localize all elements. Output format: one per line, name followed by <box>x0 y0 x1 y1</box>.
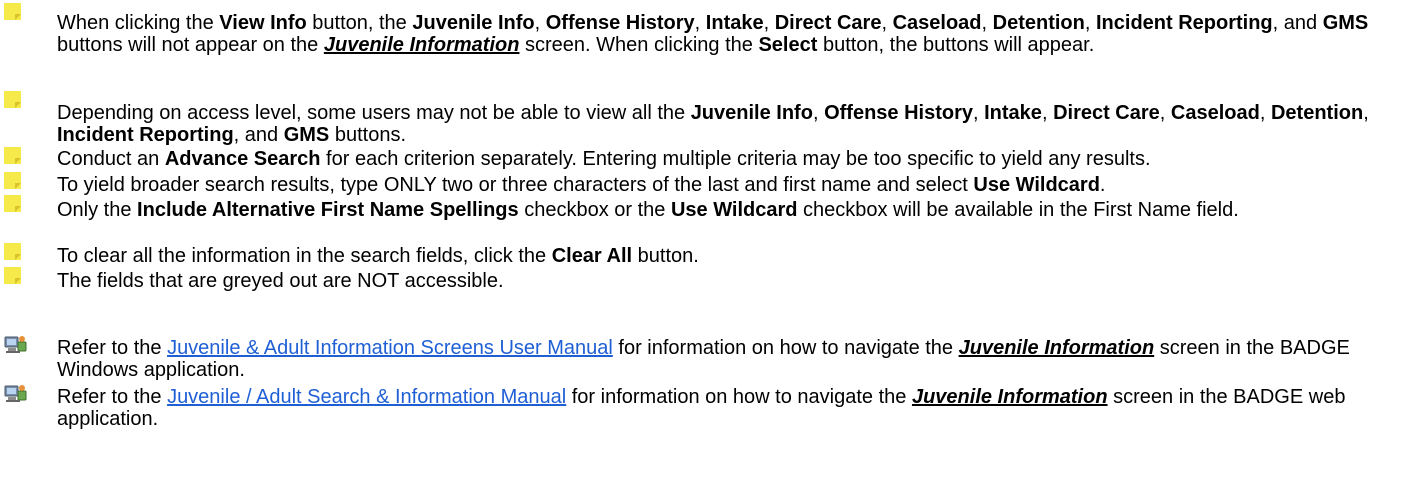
bold-term: Intake <box>984 102 1042 124</box>
bold-term: Detention <box>992 12 1085 34</box>
text-run: , <box>1041 102 1054 124</box>
bold-term: Incident Reporting <box>57 124 234 146</box>
bold-term: Offense History <box>824 102 973 124</box>
text-run: , <box>1159 102 1171 124</box>
sticky-note-icon <box>3 242 23 262</box>
text-run: , <box>763 12 775 34</box>
text-run: , <box>1084 12 1096 34</box>
text-run: buttons will not appear on the <box>57 34 324 56</box>
text-run: To clear all the information in the sear… <box>57 245 552 267</box>
bold-term: Caseload <box>892 12 982 34</box>
text-run: for information on how to navigate the <box>566 386 912 408</box>
text-run: Only the <box>57 199 138 221</box>
bold-term: Juvenile Info <box>412 12 535 34</box>
screen-name: Juvenile Information <box>323 34 520 56</box>
bold-term: Intake <box>705 12 764 34</box>
text-run: To yield broader search results, type ON… <box>57 174 974 196</box>
text-run: button, the buttons will appear. <box>817 34 1095 56</box>
bold-term: GMS <box>1322 12 1369 34</box>
text-run: , <box>881 12 893 34</box>
text-run: , <box>812 102 825 124</box>
text-run: buttons. <box>329 124 406 146</box>
text-run: button. <box>632 245 699 267</box>
bold-term: Incident Reporting <box>1095 12 1273 34</box>
note-greyed-out: The fields that are greyed out are NOT a… <box>57 270 1397 292</box>
bold-term: Advance Search <box>164 148 321 170</box>
screen-name: Juvenile Information <box>911 386 1108 408</box>
text-run: , <box>973 102 985 124</box>
text-run: Refer to the <box>57 337 168 359</box>
text-run: checkbox will be available in the First … <box>797 199 1239 221</box>
computer-reference-icon <box>3 334 29 356</box>
manual-link[interactable]: Juvenile & Adult Information Screens Use… <box>167 337 613 359</box>
sticky-note-icon <box>3 194 23 214</box>
bold-term: Use Wildcard <box>670 199 798 221</box>
bold-term: Direct Care <box>1053 102 1160 124</box>
sticky-note-icon <box>3 146 23 166</box>
reference-web-manual: Refer to the Juvenile / Adult Search & I… <box>57 386 1397 430</box>
text-run: . <box>1099 174 1106 196</box>
bold-term: Clear All <box>551 245 633 267</box>
bold-term: Direct Care <box>774 12 882 34</box>
screen-name: Juvenile Information <box>958 337 1155 359</box>
text-run: , <box>534 12 546 34</box>
bold-term: Caseload <box>1170 102 1260 124</box>
reference-windows-manual: Refer to the Juvenile & Adult Informatio… <box>57 337 1397 381</box>
note-alt-spellings: Only the Include Alternative First Name … <box>57 199 1397 221</box>
text-run: When clicking the <box>57 12 220 34</box>
bold-term: View Info <box>219 12 307 34</box>
computer-reference-icon <box>3 383 29 405</box>
sticky-note-icon <box>3 90 23 110</box>
bold-term: GMS <box>283 124 330 146</box>
text-run: , <box>1363 102 1369 124</box>
text-run: Depending on access level, some users ma… <box>57 102 691 124</box>
text-run: for each criterion separately. Entering … <box>320 148 1151 170</box>
bold-term: Juvenile Info <box>690 102 813 124</box>
bold-term: Use Wildcard <box>973 174 1100 196</box>
text-run: checkbox or the <box>518 199 671 221</box>
bold-term: Include Alternative First Name Spellings <box>137 199 519 221</box>
sticky-note-icon <box>3 171 23 191</box>
text-run: screen. When clicking the <box>519 34 759 56</box>
text-run: , <box>981 12 993 34</box>
text-run: , <box>694 12 706 34</box>
text-run: , and <box>233 124 284 146</box>
text-run: , and <box>1272 12 1323 34</box>
sticky-note-icon <box>3 266 23 286</box>
text-run: Conduct an <box>57 148 165 170</box>
note-access-level: Depending on access level, some users ma… <box>57 102 1397 146</box>
text-run: button, the <box>306 12 413 34</box>
note-clear-all: To clear all the information in the sear… <box>57 245 1397 267</box>
note-view-info-buttons: When clicking the View Info button, the … <box>57 12 1397 56</box>
text-run: for information on how to navigate the <box>612 337 959 359</box>
note-advance-search: Conduct an Advance Search for each crite… <box>57 148 1397 170</box>
text-run: , <box>1259 102 1271 124</box>
text-run: Refer to the <box>57 386 168 408</box>
manual-link[interactable]: Juvenile / Adult Search & Information Ma… <box>167 386 566 408</box>
note-wildcard: To yield broader search results, type ON… <box>57 174 1397 196</box>
text-run: The fields that are greyed out are NOT a… <box>57 270 504 292</box>
bold-term: Detention <box>1270 102 1364 124</box>
bold-term: Select <box>758 34 818 56</box>
bold-term: Offense History <box>545 12 695 34</box>
sticky-note-icon <box>3 2 23 22</box>
